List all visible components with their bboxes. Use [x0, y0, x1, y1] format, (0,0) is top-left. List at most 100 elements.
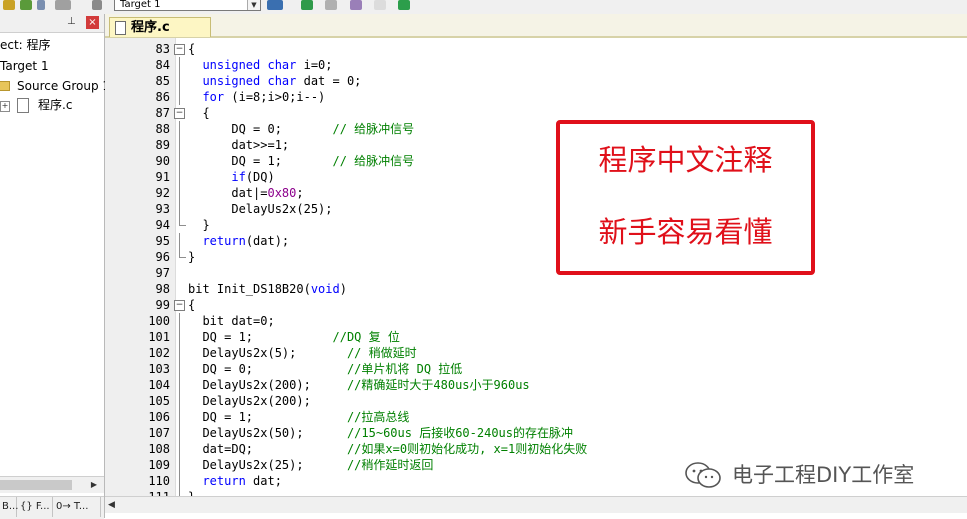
fold-end-guide — [179, 489, 186, 496]
scroll-right-icon[interactable]: ▶ — [88, 479, 100, 491]
code-line[interactable]: 104 DelayUs2x(200); //精确延时大于480us小于960us — [105, 377, 967, 393]
project-panel: ⊥ × ect: 程序 Target 1 Source Group 1 + 程序… — [0, 14, 110, 519]
fold-guide — [179, 201, 180, 217]
expand-icon[interactable]: + — [0, 101, 10, 112]
annotation-box: 程序中文注释 新手容易看懂 — [556, 120, 815, 275]
code-line[interactable]: 87− { — [105, 105, 967, 121]
code-line[interactable]: 94 } — [105, 217, 967, 233]
code-line[interactable]: 103 DQ = 0; //单片机将 DQ 拉低 — [105, 361, 967, 377]
code-comment: // 给脉冲信号 — [332, 154, 415, 168]
code-line[interactable]: 93 DelayUs2x(25); — [105, 201, 967, 217]
code-line[interactable]: 84 unsigned char i=0; — [105, 57, 967, 73]
code-line[interactable]: 90 DQ = 1; // 给脉冲信号 — [105, 153, 967, 169]
code-comment: //单片机将 DQ 拉低 — [346, 362, 463, 376]
fold-guide — [179, 153, 180, 169]
code-text: DelayUs2x(25); //稍作延时返回 — [188, 457, 433, 473]
close-icon[interactable]: × — [86, 16, 99, 29]
tree-item-target[interactable]: Target 1 — [0, 58, 49, 74]
code-line[interactable]: 86 for (i=8;i>0;i--) — [105, 89, 967, 105]
code-text: bit Init_DS18B20(void) — [188, 281, 347, 297]
code-text: DQ = 1; //拉高总线 — [188, 409, 409, 425]
target-options-icon[interactable] — [267, 0, 283, 10]
line-number: 106 — [148, 410, 170, 424]
code-line[interactable]: 102 DelayUs2x(5); // 稍做延时 — [105, 345, 967, 361]
code-keyword: for — [202, 90, 225, 104]
batch-build-icon[interactable] — [37, 0, 45, 10]
code-line[interactable]: 95 return(dat); — [105, 233, 967, 249]
project-title[interactable]: ect: 程序 — [0, 37, 51, 53]
line-number: 102 — [148, 346, 170, 360]
code-line[interactable]: 98 bit Init_DS18B20(void) — [105, 281, 967, 297]
code-line[interactable]: 97 — [105, 265, 967, 281]
code-text: { — [188, 105, 210, 121]
manage-components-icon[interactable] — [301, 0, 313, 10]
line-number: 94 — [155, 218, 170, 232]
code-line[interactable]: 92 dat|=0x80; — [105, 185, 967, 201]
fold-guide — [179, 441, 180, 457]
code-keyword: void — [310, 282, 340, 296]
line-number: 97 — [155, 266, 170, 280]
collapse-icon[interactable]: − — [174, 300, 185, 311]
code-line[interactable]: 108 dat=DQ; //如果x=0则初始化成功, x=1则初始化失败 — [105, 441, 967, 457]
tree-item-file[interactable]: 程序.c — [38, 97, 72, 113]
fold-guide — [179, 57, 180, 73]
code-token: DelayUs2x(200); — [188, 378, 347, 392]
code-token: DelayUs2x(25); — [188, 458, 347, 472]
chevron-down-icon[interactable]: ▼ — [247, 0, 260, 10]
diamond-icon[interactable] — [374, 0, 386, 10]
scrollbar-thumb[interactable] — [0, 480, 72, 490]
editor-horizontal-scrollbar[interactable]: ◀ — [105, 496, 967, 513]
code-line[interactable]: 83−{ — [105, 41, 967, 57]
code-token: ) — [339, 282, 347, 296]
line-number: 91 — [155, 170, 170, 184]
code-line[interactable]: 88 DQ = 0; // 给脉冲信号 — [105, 121, 967, 137]
code-editor[interactable]: 83−{84 unsigned char i=0; 85 unsigned cha… — [105, 38, 967, 496]
green-box-icon[interactable] — [398, 0, 410, 10]
code-token: dat; — [245, 474, 282, 488]
code-line[interactable]: 96} — [105, 249, 967, 265]
code-line[interactable]: 105 DelayUs2x(200); — [105, 393, 967, 409]
code-line[interactable]: 89 dat>>=1; — [105, 137, 967, 153]
rebuild-icon[interactable] — [20, 0, 32, 10]
tab-file[interactable]: 程序.c — [109, 17, 211, 37]
tab-functions[interactable]: {} F... — [18, 497, 53, 517]
fold-guide — [179, 233, 180, 249]
line-number: 101 — [148, 330, 170, 344]
code-line[interactable]: 101 DQ = 1; //DQ 复 位 — [105, 329, 967, 345]
pin-icon[interactable]: ⊥ — [67, 16, 76, 27]
code-text: if(DQ) — [188, 169, 274, 185]
code-line[interactable]: 85 unsigned char dat = 0; — [105, 73, 967, 89]
code-keyword: unsigned char — [202, 74, 297, 88]
scroll-left-icon[interactable]: ◀ — [108, 499, 115, 511]
code-comment: //DQ 复 位 — [332, 330, 400, 344]
stop-build-icon[interactable] — [55, 0, 71, 10]
horizontal-scrollbar[interactable]: ▶ — [0, 476, 104, 493]
code-token: { — [188, 106, 210, 120]
code-number: 0x80 — [267, 186, 297, 200]
code-line[interactable]: 91 if(DQ) — [105, 169, 967, 185]
code-token: bit Init_DS18B20( — [188, 282, 311, 296]
collapse-icon[interactable]: − — [174, 108, 185, 119]
line-number: 86 — [155, 90, 170, 104]
tab-books[interactable]: B... — [0, 497, 18, 517]
select-packs-icon[interactable] — [325, 0, 337, 10]
code-token: DelayUs2x(200); — [188, 394, 311, 408]
build-icon[interactable] — [3, 0, 15, 10]
tree-item-source-group[interactable]: Source Group 1 — [17, 78, 110, 94]
download-icon[interactable] — [92, 0, 102, 10]
code-text: for (i=8;i>0;i--) — [188, 89, 325, 105]
fold-guide — [179, 329, 180, 345]
code-text: { — [188, 41, 195, 57]
fold-guide — [179, 73, 180, 89]
code-line[interactable]: 106 DQ = 1; //拉高总线 — [105, 409, 967, 425]
code-token: DelayUs2x(25); — [188, 202, 333, 216]
target-select[interactable]: Target 1 ▼ — [114, 0, 261, 11]
code-token: DQ = 0; — [188, 362, 347, 376]
code-line[interactable]: 100 bit dat=0; — [105, 313, 967, 329]
code-line[interactable]: 107 DelayUs2x(50); //15~60us 后接收60-240us… — [105, 425, 967, 441]
code-line[interactable]: 99−{ — [105, 297, 967, 313]
pack-installer-icon[interactable] — [350, 0, 362, 10]
collapse-icon[interactable]: − — [174, 44, 185, 55]
line-number: 95 — [155, 234, 170, 248]
tab-templates[interactable]: 0→ T... — [54, 497, 101, 517]
